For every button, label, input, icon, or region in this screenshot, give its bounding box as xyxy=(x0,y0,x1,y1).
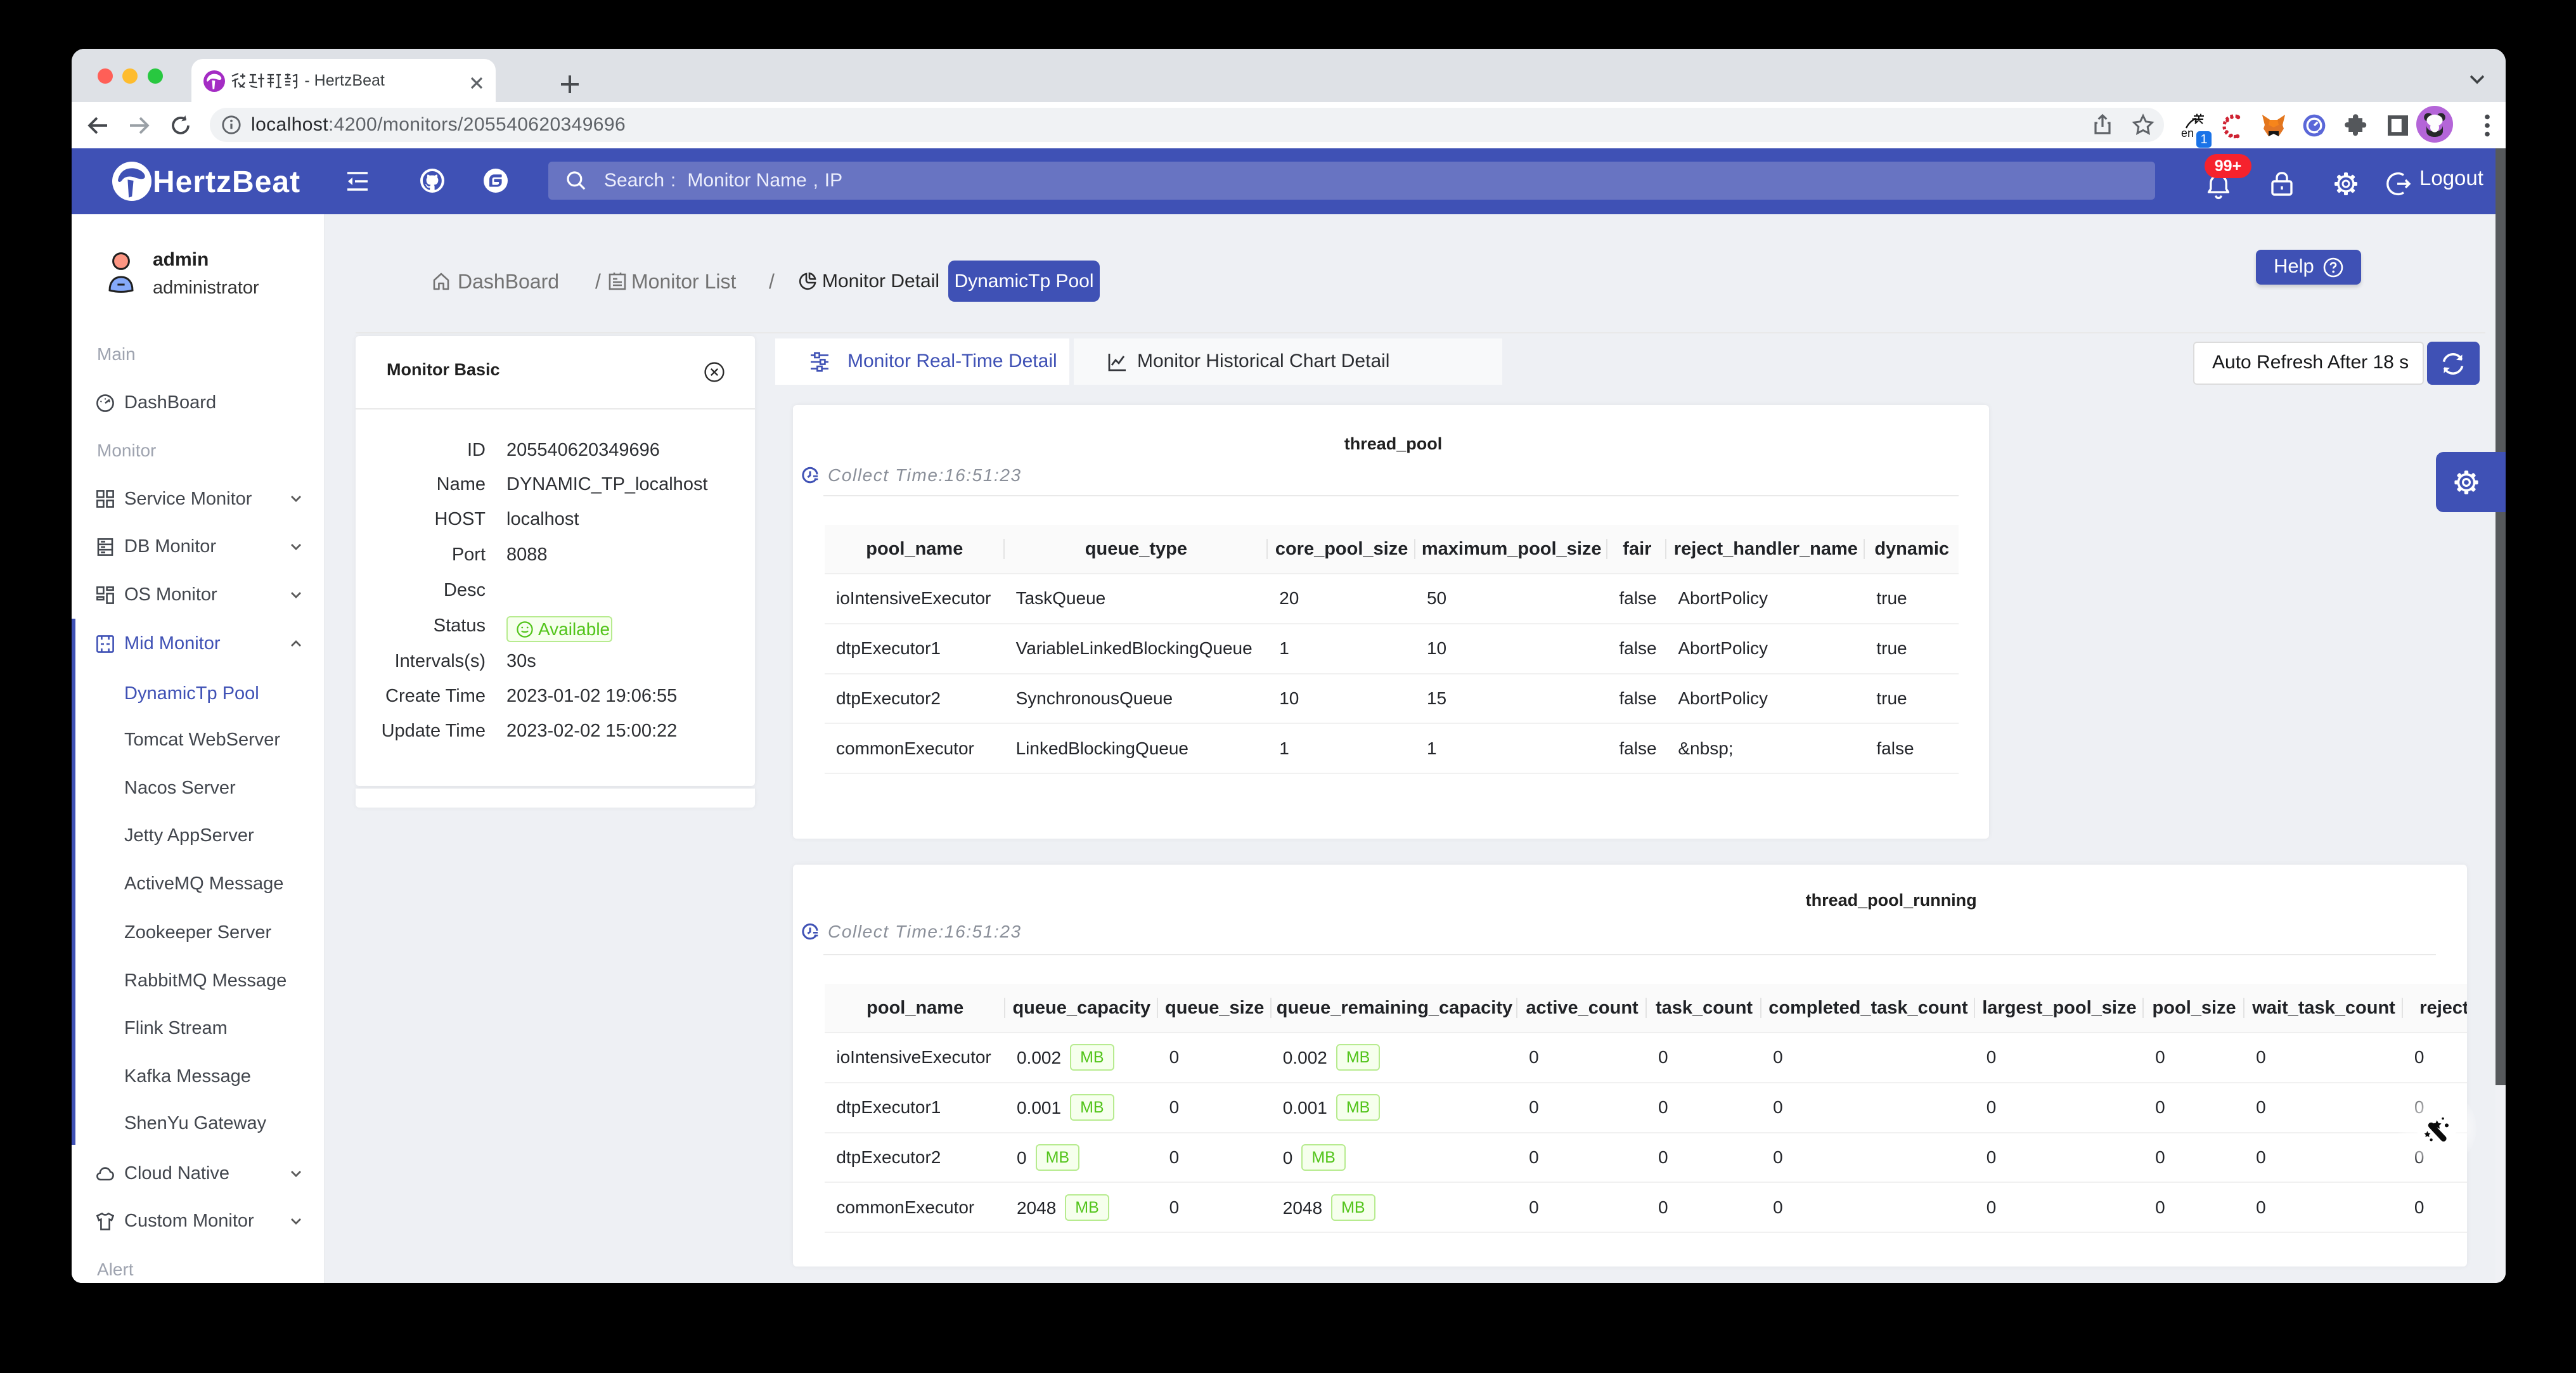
svg-text:en: en xyxy=(2181,127,2194,139)
